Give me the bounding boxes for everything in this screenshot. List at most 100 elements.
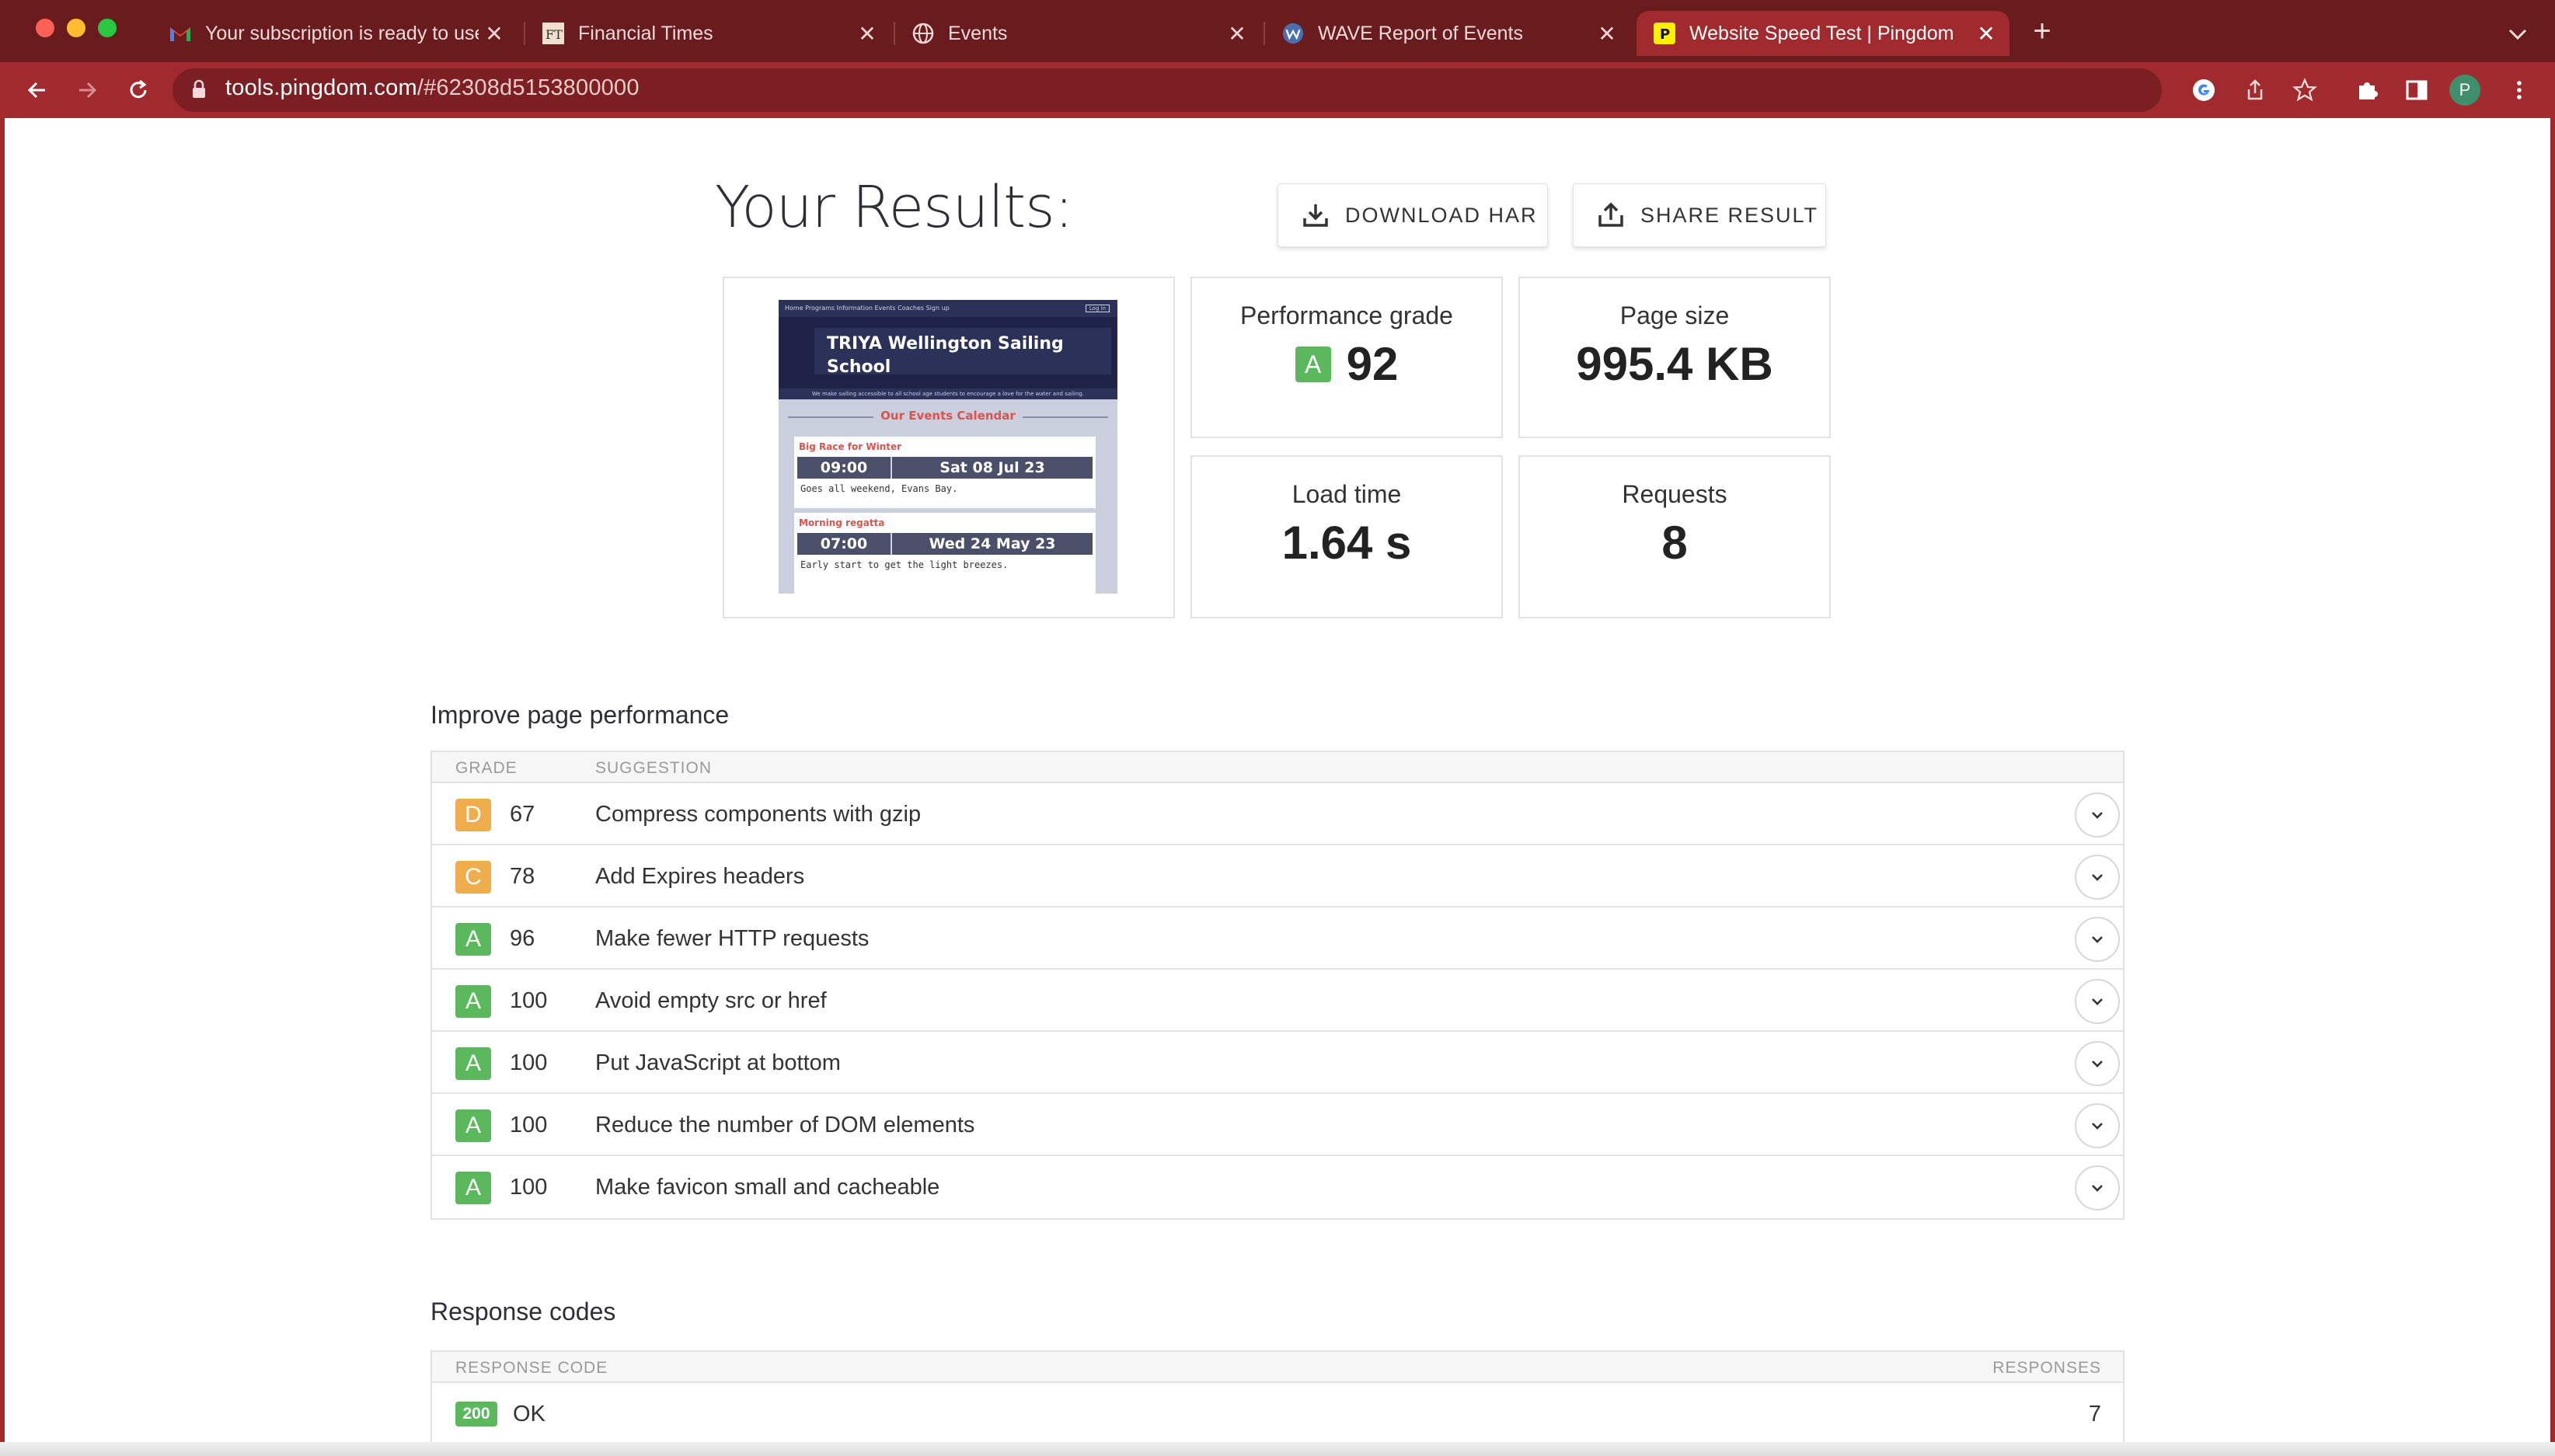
suggestion-score: 78 (510, 864, 535, 889)
expand-chevron-button[interactable] (2075, 855, 2120, 900)
expand-chevron-button[interactable] (2075, 1165, 2120, 1210)
suggestion-row[interactable]: A 96 Make fewer HTTP requests (432, 907, 2123, 970)
lock-icon[interactable] (191, 79, 207, 99)
svg-text:FT: FT (546, 27, 563, 42)
tab-events[interactable]: Events ✕ (895, 11, 1260, 56)
share-icon[interactable] (2238, 73, 2272, 107)
col-suggestion-header: SUGGESTION (595, 759, 713, 777)
status-code-badge: 200 (455, 1402, 497, 1426)
back-button[interactable] (19, 71, 56, 109)
col-responses-header: RESPONSES (1992, 1359, 2101, 1377)
suggestion-text: Compress components with gzip (595, 802, 922, 827)
thumb-event-name: Morning regatta (799, 517, 885, 528)
performance-grade-value-wrap: A 92 (1192, 337, 1501, 391)
expand-chevron-button[interactable] (2075, 1103, 2120, 1148)
window-zoom-button[interactable] (98, 19, 117, 37)
suggestion-text: Add Expires headers (595, 864, 805, 889)
suggestion-row[interactable]: A 100 Reduce the number of DOM elements (432, 1094, 2123, 1156)
tab-title: WAVE Report of Events (1318, 22, 1523, 44)
bookmark-star-icon[interactable] (2288, 73, 2322, 107)
share-result-label: SHARE RESULT (1640, 203, 1819, 227)
thumb-event-desc: Goes all weekend, Evans Bay. (800, 483, 958, 494)
chevron-down-icon (2092, 812, 2103, 819)
expand-chevron-button[interactable] (2075, 1041, 2120, 1086)
new-tab-button[interactable]: + (2025, 14, 2059, 48)
performance-grade-score: 92 (1346, 338, 1399, 390)
suggestion-text: Avoid empty src or href (595, 988, 827, 1013)
tab-search-chevron-icon[interactable] (2502, 19, 2533, 50)
load-time-card: Load time 1.64 s (1190, 455, 1503, 618)
thumb-event-date: Sat 08 Jul 23 (939, 459, 1045, 476)
close-icon[interactable]: ✕ (1222, 21, 1253, 47)
window-close-button[interactable] (36, 19, 54, 37)
requests-card: Requests 8 (1518, 455, 1831, 618)
window-bottom-edge (0, 1442, 2555, 1456)
url-text[interactable]: tools.pingdom.com/#62308d5153800000 (225, 75, 640, 101)
pingdom-icon: P (1654, 23, 1675, 44)
results-heading: Your Results: (715, 174, 1074, 241)
globe-icon (912, 23, 934, 44)
suggestion-row[interactable]: A 100 Put JavaScript at bottom (432, 1032, 2123, 1094)
close-icon[interactable]: ✕ (852, 21, 883, 47)
expand-chevron-button[interactable] (2075, 792, 2120, 838)
tab-wave-report[interactable]: WAVE Report of Events ✕ (1265, 11, 1630, 56)
site-screenshot-thumbnail: Home Programs Information Events Coaches… (779, 300, 1117, 594)
suggestion-row[interactable]: C 78 Add Expires headers (432, 845, 2123, 907)
reload-icon (130, 79, 147, 99)
suggestion-text: Reduce the number of DOM elements (595, 1113, 975, 1137)
suggestion-row[interactable]: A 100 Make favicon small and cacheable (432, 1156, 2123, 1218)
thumb-event-bar: 07:00 Wed 24 May 23 (797, 533, 1093, 555)
expand-chevron-button[interactable] (2075, 917, 2120, 962)
tab-gmail[interactable]: Your subscription is ready to use ✕ (152, 11, 518, 56)
grade-badge: A (1295, 346, 1331, 382)
forward-button[interactable] (68, 71, 106, 109)
suggestion-score: 100 (510, 1113, 548, 1137)
profile-avatar[interactable]: P (2449, 75, 2480, 106)
reload-button[interactable] (120, 71, 157, 109)
suggestion-row[interactable]: D 67 Compress components with gzip (432, 783, 2123, 845)
share-result-button[interactable]: SHARE RESULT (1573, 183, 1826, 247)
google-icon[interactable] (2187, 73, 2221, 107)
status-code-count: 7 (2088, 1402, 2101, 1426)
back-arrow-icon (27, 82, 45, 99)
window-border-left (0, 118, 5, 1456)
suggestion-row[interactable]: A 100 Avoid empty src or href (432, 970, 2123, 1032)
col-grade-header: GRADE (455, 759, 518, 777)
suggestions-table: GRADE SUGGESTION D 67 Compress components … (430, 751, 2125, 1220)
close-icon[interactable]: ✕ (1971, 21, 2002, 47)
thumb-login: Log in (1085, 305, 1110, 312)
thumb-event: Morning regatta 07:00 Wed 24 May 23 Earl… (794, 513, 1096, 594)
tab-title: Financial Times (578, 22, 713, 44)
more-menu-icon[interactable] (2502, 73, 2536, 107)
svg-text:P: P (1660, 26, 1670, 43)
performance-grade-label: Performance grade (1240, 301, 1453, 329)
url-host: tools.pingdom.com (225, 75, 417, 100)
expand-chevron-button[interactable] (2075, 979, 2120, 1024)
suggestion-score: 100 (510, 1175, 548, 1200)
thumb-event-bar: 09:00 Sat 08 Jul 23 (797, 457, 1093, 479)
window-minimize-button[interactable] (67, 19, 85, 37)
grade-badge: A (455, 985, 491, 1018)
chevron-down-icon (2092, 874, 2103, 881)
tab-title: Website Speed Test | Pingdom (1689, 22, 1954, 44)
close-icon[interactable]: ✕ (479, 21, 510, 47)
requests-label: Requests (1622, 480, 1727, 508)
close-icon[interactable]: ✕ (1591, 21, 1623, 47)
thumb-event-date: Wed 24 May 23 (929, 535, 1056, 552)
tab-financial-times[interactable]: FT Financial Times ✕ (525, 11, 891, 56)
thumb-event-name: Big Race for Winter (799, 441, 902, 452)
suggestion-score: 67 (510, 802, 535, 827)
side-panel-icon[interactable] (2400, 73, 2434, 107)
status-code-text: OK (513, 1402, 546, 1426)
download-har-button[interactable]: DOWNLOAD HAR (1278, 183, 1548, 247)
page-size-label: Page size (1619, 301, 1730, 329)
extensions-puzzle-icon[interactable] (2350, 73, 2384, 107)
suggestions-table-header: GRADE SUGGESTION (432, 752, 2123, 783)
chevron-down-icon (2092, 998, 2103, 1005)
thumb-calendar-heading: Our Events Calendar (880, 409, 1016, 423)
chevron-down-icon (2092, 936, 2103, 943)
tab-pingdom[interactable]: P Website Speed Test | Pingdom ✕ (1637, 11, 2009, 56)
performance-grade-card: Performance grade A 92 (1190, 277, 1503, 438)
grade-badge: A (455, 1172, 491, 1204)
response-code-row: 200 OK 7 (432, 1383, 2123, 1445)
